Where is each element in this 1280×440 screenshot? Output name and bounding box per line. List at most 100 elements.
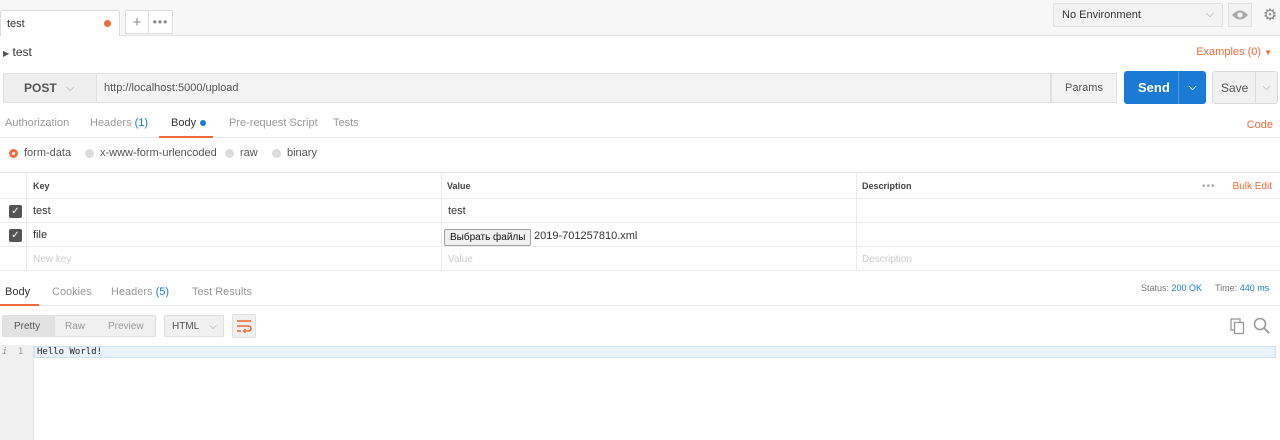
response-tab-headers-label: Headers — [111, 286, 153, 298]
plus-icon: + — [132, 13, 142, 31]
tab-more-button[interactable]: ••• — [149, 10, 173, 34]
request-tab[interactable]: test — [0, 10, 120, 36]
response-tab-body-label: Body — [5, 286, 31, 298]
row-checkbox[interactable]: ✓ — [9, 205, 22, 218]
status-value[interactable]: 200 OK — [1172, 283, 1203, 293]
response-tab-headers[interactable]: Headers (5) — [111, 286, 169, 298]
view-pretty-label: Pretty — [14, 321, 41, 332]
request-title-text: test — [12, 45, 32, 59]
new-value-input[interactable]: Value — [448, 254, 473, 265]
eye-icon — [1232, 10, 1248, 20]
row-divider — [0, 222, 1280, 223]
gear-icon: ⚙ — [1262, 7, 1278, 24]
row-key[interactable]: file — [33, 229, 47, 241]
selected-file-name: 2019-701257810.xml — [534, 230, 638, 242]
row-divider — [0, 198, 1280, 199]
request-title[interactable]: ▶ test — [3, 45, 32, 59]
row-divider — [0, 270, 1280, 271]
request-tab-label: test — [7, 17, 25, 30]
environment-label: No Environment — [1062, 9, 1141, 21]
column-header-key: Key — [33, 181, 50, 191]
form-data-table: Key Value Description ••• Bulk Edit ✓ te… — [0, 172, 1280, 271]
more-icon: ••• — [152, 15, 169, 29]
radio-icon — [272, 148, 281, 158]
view-mode-group: Pretty Raw Preview — [2, 315, 156, 337]
response-status: Status: 200 OK — [1141, 283, 1202, 293]
body-indicator-dot — [200, 120, 207, 127]
environment-quick-look-button[interactable] — [1228, 3, 1252, 27]
format-label: HTML — [172, 320, 200, 332]
status-label: Status: — [1141, 283, 1170, 293]
response-tab-headers-count: (5) — [155, 286, 170, 298]
tab-prerequest-script[interactable]: Pre-request Script — [229, 117, 318, 129]
radio-urlencoded[interactable]: x-www-form-urlencoded — [85, 146, 217, 160]
response-body-text[interactable]: Hello World! — [37, 347, 102, 357]
chevron-down-icon: ⌵ — [66, 82, 75, 94]
send-label: Send — [1138, 80, 1170, 95]
view-raw-button[interactable]: Raw — [65, 321, 85, 332]
format-select[interactable]: HTML ⌵ — [164, 315, 224, 337]
response-tabs: Body Cookies Headers (5) Test Results — [0, 278, 1280, 306]
chevron-down-icon: ⌵ — [1205, 8, 1214, 20]
bulk-edit-link[interactable]: Bulk Edit — [1233, 181, 1272, 192]
search-icon[interactable] — [1253, 317, 1270, 334]
method-select[interactable]: POST ⌵ — [3, 73, 96, 103]
radio-raw[interactable]: raw — [225, 146, 258, 160]
code-link[interactable]: Code — [1247, 119, 1273, 131]
column-options-button[interactable]: ••• — [1202, 181, 1216, 192]
response-time: Time: 440 ms — [1215, 283, 1269, 293]
row-value[interactable]: test — [448, 205, 466, 217]
new-description-input[interactable]: Description — [862, 254, 912, 265]
row-checkbox[interactable]: ✓ — [9, 229, 22, 242]
params-button[interactable]: Params — [1051, 73, 1117, 103]
request-tabs: Authorization Headers (1) Body Pre-reque… — [0, 112, 1280, 138]
chevron-down-icon: ⌵ — [209, 320, 217, 332]
send-button[interactable]: Send ⌵ — [1124, 71, 1206, 104]
active-code-line — [34, 346, 1276, 358]
tab-headers[interactable]: Headers (1) — [90, 117, 148, 129]
view-preview-button[interactable]: Preview — [108, 321, 144, 332]
examples-label: Examples (0) — [1196, 46, 1262, 58]
unsaved-indicator — [104, 20, 111, 27]
time-value[interactable]: 440 ms — [1240, 283, 1270, 293]
params-label: Params — [1065, 82, 1103, 94]
tab-authorization[interactable]: Authorization — [5, 117, 69, 129]
tab-tests[interactable]: Tests — [333, 117, 359, 129]
radio-icon — [85, 148, 94, 158]
examples-dropdown[interactable]: Examples (0) ▼ — [1196, 46, 1272, 58]
environment-select[interactable]: No Environment ⌵ — [1053, 3, 1223, 27]
response-tab-cookies[interactable]: Cookies — [52, 286, 92, 298]
response-tab-body[interactable]: Body — [0, 278, 39, 306]
url-input[interactable]: http://localhost:5000/upload — [96, 73, 1051, 103]
chevron-down-icon[interactable]: ⌵ — [1255, 72, 1277, 103]
new-tab-button[interactable]: + — [125, 10, 149, 34]
radio-icon — [225, 148, 234, 158]
caret-right-icon: ▶ — [3, 49, 10, 58]
chevron-down-icon[interactable]: ⌵ — [1178, 71, 1206, 104]
response-tab-test-results[interactable]: Test Results — [192, 286, 252, 298]
time-label: Time: — [1215, 283, 1238, 293]
line-number: i 1 — [2, 347, 23, 357]
column-header-description: Description — [862, 181, 912, 191]
line-number-value: 1 — [17, 347, 24, 357]
settings-button[interactable]: ⚙ — [1260, 3, 1280, 27]
caret-down-icon: ▼ — [1264, 48, 1272, 57]
tab-body[interactable]: Body — [159, 112, 213, 138]
view-pretty-button[interactable]: Pretty — [3, 316, 55, 336]
radio-urlencoded-label: x-www-form-urlencoded — [100, 147, 217, 159]
tab-body-text: Body — [171, 117, 197, 129]
radio-binary[interactable]: binary — [272, 146, 317, 160]
choose-file-button[interactable]: Выбрать файлы — [444, 229, 532, 246]
row-key[interactable]: test — [33, 205, 51, 217]
wrap-lines-button[interactable] — [232, 314, 256, 338]
copy-icon[interactable] — [1230, 318, 1245, 335]
radio-form-data[interactable]: form-data — [9, 146, 71, 160]
save-label: Save — [1221, 80, 1249, 95]
radio-selected-icon — [9, 148, 18, 158]
line-number-gutter — [0, 345, 34, 440]
method-label: POST — [24, 81, 57, 95]
new-key-input[interactable]: New key — [33, 254, 71, 265]
tab-headers-count: (1) — [134, 117, 149, 129]
save-button[interactable]: Save ⌵ — [1212, 71, 1278, 104]
radio-raw-label: raw — [240, 147, 258, 159]
